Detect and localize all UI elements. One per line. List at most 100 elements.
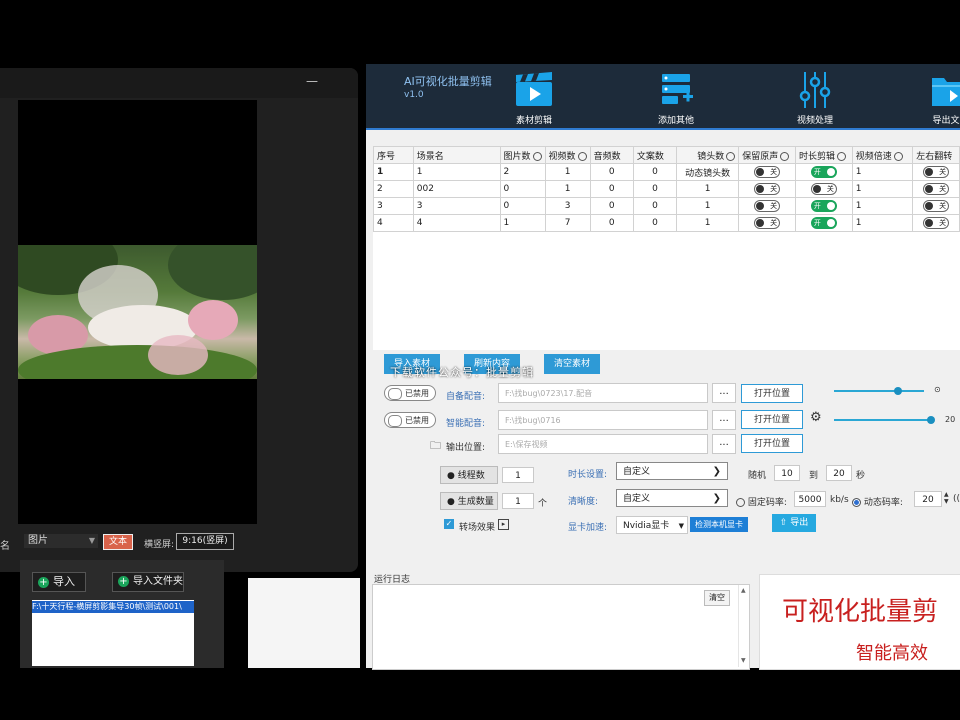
smart-audio-path[interactable]: F:\找bug\0716: [498, 410, 708, 430]
gear-icon[interactable]: [837, 151, 847, 161]
cell[interactable]: 1: [851, 214, 914, 232]
gear-icon[interactable]: ⚙: [810, 410, 822, 425]
duration-cut-toggle[interactable]: 开: [810, 200, 837, 212]
preview-titlebar: —: [0, 68, 358, 98]
clear-log-button[interactable]: 清空: [704, 590, 730, 606]
clear-material-button[interactable]: 清空素材: [544, 354, 600, 374]
radio-button[interactable]: [852, 498, 861, 507]
scrollbar[interactable]: ▲ ▼: [738, 585, 749, 667]
slider-handle[interactable]: [927, 416, 935, 424]
play-icon[interactable]: ⊙: [934, 385, 941, 394]
gpu-select[interactable]: Nvidia显卡 ▼: [616, 516, 688, 534]
table-row[interactable]: 3 3 0 3 0 0 1 关 开 1 关: [373, 197, 960, 215]
fixed-bitrate-option[interactable]: 固定码率:: [736, 495, 787, 508]
volume-slider-2[interactable]: [834, 419, 932, 421]
open-location-button[interactable]: 打开位置: [741, 384, 803, 403]
table-row[interactable]: 1 1 2 1 0 0 动态镜头数 关 开 1 关: [373, 163, 960, 181]
import-folder-button[interactable]: + 导入文件夹: [112, 572, 184, 592]
custom-audio-toggle[interactable]: 已禁用: [384, 385, 436, 401]
file-list[interactable]: F:\十天行程-横屏剪影集导30帧\测试\001\: [32, 600, 194, 666]
cell[interactable]: 1: [676, 180, 740, 198]
cell[interactable]: 1: [676, 197, 740, 215]
output-path[interactable]: E:\保存视频: [498, 434, 708, 454]
custom-audio-path[interactable]: F:\找bug\0723\17.配音: [498, 383, 708, 403]
gear-icon[interactable]: [532, 151, 542, 161]
nav-video-process[interactable]: 视频处理: [771, 70, 859, 126]
count-unit: 个: [538, 499, 548, 509]
cell[interactable]: 1: [676, 214, 740, 232]
cell: 关: [912, 163, 960, 181]
media-type-select[interactable]: 图片 ▼: [24, 534, 98, 548]
browse-button[interactable]: ...: [712, 383, 736, 403]
cell[interactable]: 1: [412, 163, 501, 181]
cell[interactable]: 3: [412, 197, 501, 215]
chevron-right-icon: ❯: [712, 466, 721, 477]
gear-icon[interactable]: [726, 151, 736, 161]
export-button[interactable]: ⇧ 导出: [772, 514, 816, 532]
transition-settings-icon[interactable]: ▸: [498, 519, 509, 530]
count-input[interactable]: 1: [502, 493, 534, 509]
text-button[interactable]: 文本: [103, 534, 133, 550]
cell: 开: [795, 163, 853, 181]
browse-button[interactable]: ...: [712, 434, 736, 454]
checkbox-transition[interactable]: ✓: [444, 519, 454, 529]
cell[interactable]: 动态镜头数: [676, 163, 740, 181]
random-max-input[interactable]: 20: [826, 465, 852, 481]
duration-cut-toggle[interactable]: 开: [810, 217, 837, 229]
duration-cut-toggle[interactable]: 开: [810, 166, 837, 178]
orientation-select[interactable]: 9:16(竖屏): [176, 533, 234, 550]
open-location-button[interactable]: 打开位置: [741, 410, 803, 429]
name-label: 名: [0, 541, 10, 552]
detect-gpu-button[interactable]: 检测本机显卡: [690, 517, 748, 532]
random-min-input[interactable]: 10: [774, 465, 800, 481]
flip-toggle[interactable]: 关: [923, 200, 950, 212]
table-row[interactable]: 4 4 1 7 0 0 1 关 开 1 关: [373, 214, 960, 232]
radio-button[interactable]: [736, 498, 745, 507]
cell: 3: [544, 197, 591, 215]
fixed-bitrate-input[interactable]: 5000: [794, 491, 826, 507]
spinner-icon[interactable]: ▲ ▼: [944, 491, 949, 505]
cell[interactable]: 4: [412, 214, 501, 232]
log-textarea[interactable]: ▲ ▼: [372, 584, 750, 670]
cell[interactable]: 002: [412, 180, 501, 198]
dynamic-bitrate-option[interactable]: 动态码率:: [852, 495, 903, 508]
nav-add-other[interactable]: 添加其他: [632, 70, 720, 126]
col-header-text: 视频倍速: [855, 151, 892, 162]
keep-audio-toggle[interactable]: 关: [754, 200, 781, 212]
browse-button[interactable]: ...: [712, 410, 736, 430]
col-header: 保留原声: [738, 146, 796, 164]
gear-icon[interactable]: [577, 151, 587, 161]
nav-material-edit[interactable]: 素材剪辑: [490, 70, 578, 126]
chevron-down-icon[interactable]: ▼: [741, 657, 746, 664]
table-row[interactable]: 2 002 0 1 0 0 1 关 关 1 关: [373, 180, 960, 198]
col-header-text: 时长剪辑: [799, 151, 836, 162]
cell[interactable]: 1: [851, 163, 914, 181]
clarity-select[interactable]: 自定义 ❯: [616, 489, 728, 507]
cell[interactable]: 1: [851, 180, 914, 198]
list-item[interactable]: F:\十天行程-横屏剪影集导30帧\测试\001\: [32, 601, 194, 613]
open-location-button[interactable]: 打开位置: [741, 434, 803, 453]
duration-select[interactable]: 自定义 ❯: [616, 462, 728, 480]
gear-icon[interactable]: [893, 151, 903, 161]
keep-audio-toggle[interactable]: 关: [754, 166, 781, 178]
chevron-up-icon[interactable]: ▲: [741, 587, 746, 594]
import-panel: + 导入 + 导入文件夹 F:\十天行程-横屏剪影集导30帧\测试\001\: [20, 560, 224, 668]
minimize-icon[interactable]: —: [306, 74, 318, 88]
keep-audio-toggle[interactable]: 关: [754, 183, 781, 195]
slider-handle[interactable]: [894, 387, 902, 395]
threads-input[interactable]: 1: [502, 467, 534, 483]
nav-export[interactable]: 导出文: [906, 70, 960, 126]
keep-audio-toggle[interactable]: 关: [754, 217, 781, 229]
duration-cut-toggle[interactable]: 关: [810, 183, 837, 195]
smart-audio-toggle[interactable]: 已禁用: [384, 412, 436, 428]
flip-toggle[interactable]: 关: [923, 183, 950, 195]
cell: 2: [373, 180, 414, 198]
import-button[interactable]: + 导入: [32, 572, 86, 592]
volume-slider-1[interactable]: [834, 390, 924, 392]
flip-toggle[interactable]: 关: [923, 217, 950, 229]
cell[interactable]: 1: [851, 197, 914, 215]
table-header-row: 序号 场景名 图片数 视频数 音频数 文案数 镜头数 保留原声 时长剪辑 视频倍…: [373, 146, 960, 164]
dynamic-bitrate-input[interactable]: 20: [914, 491, 942, 507]
flip-toggle[interactable]: 关: [923, 166, 950, 178]
gear-icon[interactable]: [780, 151, 790, 161]
